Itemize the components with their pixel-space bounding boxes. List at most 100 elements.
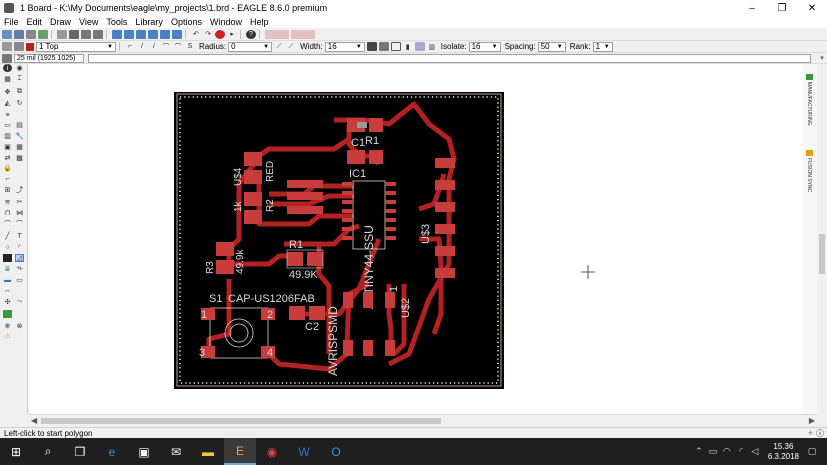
start-icon[interactable]: ⊞ <box>0 438 32 465</box>
vertical-scroll-thumb[interactable] <box>819 234 825 274</box>
signal-icon[interactable]: ⟛ <box>15 265 24 273</box>
print-icon[interactable] <box>26 29 36 39</box>
cutout-icon[interactable]: ▥ <box>427 42 437 51</box>
menu-window[interactable]: Window <box>206 17 246 27</box>
component-r1-top[interactable] <box>347 150 383 164</box>
zoom-select-icon[interactable] <box>160 29 170 39</box>
width-select[interactable]: 16 ▼ <box>324 41 365 52</box>
autoroute-icon[interactable]: ⤳ <box>15 298 24 306</box>
mark-icon[interactable]: ⌶ <box>15 75 24 83</box>
manufacturing-icon[interactable] <box>806 74 813 80</box>
menu-view[interactable]: View <box>75 17 102 27</box>
zoom-fit-icon[interactable] <box>112 29 122 39</box>
polygon-icon[interactable]: ◿ <box>15 254 24 262</box>
board-canvas[interactable]: C1 R1 IC1 ATTINY44-SSU U$4 RED 1k R2 R3 … <box>29 64 817 414</box>
status-info-icon[interactable]: ⓘ <box>816 428 824 439</box>
scroll-left-icon[interactable]: ◀ <box>31 416 37 425</box>
padlock-icon[interactable]: 🔒 <box>3 164 12 172</box>
grid-icon[interactable] <box>2 42 12 51</box>
line-icon[interactable]: ╱ <box>3 232 12 240</box>
attribute-icon[interactable]: ▭ <box>15 276 24 284</box>
pcb-board[interactable]: C1 R1 IC1 ATTINY44-SSU U$4 RED 1k R2 R3 … <box>29 64 803 414</box>
menu-edit[interactable]: Edit <box>23 17 47 27</box>
zoom-last-icon[interactable] <box>172 29 182 39</box>
network-icon[interactable]: ◠ <box>720 446 734 457</box>
mirror-icon[interactable]: ◭ <box>3 99 12 107</box>
ulp-icon[interactable] <box>93 29 103 39</box>
scroll-right-icon[interactable]: ▶ <box>809 416 815 425</box>
task-view-icon[interactable]: ❐ <box>64 438 96 465</box>
volume-icon[interactable]: ◁ <box>748 446 762 457</box>
swap-icon[interactable]: ⇄ <box>3 154 12 162</box>
copy-icon[interactable]: ⧉ <box>15 88 24 96</box>
outlook-icon[interactable]: O <box>320 438 352 465</box>
horizontal-scroll-thumb[interactable] <box>41 418 441 424</box>
slice-icon[interactable]: ✂ <box>15 198 24 206</box>
minimize-button[interactable]: – <box>737 0 767 16</box>
diff-pair-icon[interactable]: ⋈ <box>15 209 24 217</box>
menu-file[interactable]: File <box>0 17 23 27</box>
menu-options[interactable]: Options <box>167 17 206 27</box>
fusion-sync-icon[interactable] <box>806 150 813 156</box>
via-icon[interactable]: ≣ <box>3 265 12 273</box>
menu-library[interactable]: Library <box>131 17 167 27</box>
open-icon[interactable] <box>2 29 12 39</box>
delete-icon[interactable]: ▥ <box>3 132 12 140</box>
mail-icon[interactable]: ✉ <box>160 438 192 465</box>
edge-icon[interactable]: e <box>96 438 128 465</box>
replace-icon[interactable]: ▣ <box>3 143 12 151</box>
menu-help[interactable]: Help <box>246 17 273 27</box>
wifi-icon[interactable]: ◜ <box>734 446 748 457</box>
store-icon[interactable]: ▣ <box>128 438 160 465</box>
zoom-out-icon[interactable] <box>136 29 146 39</box>
command-history-dropdown-icon[interactable]: ▾ <box>817 54 827 63</box>
smash-icon[interactable]: ▩ <box>15 154 24 162</box>
isolate-select[interactable]: 16 ▼ <box>468 41 501 52</box>
align-icon[interactable]: ≡ <box>3 111 12 119</box>
rotate-icon[interactable]: ↻ <box>15 99 24 107</box>
schematic-icon[interactable] <box>69 29 79 39</box>
hole-icon[interactable]: ▬ <box>3 276 12 284</box>
wire-bend-4-icon[interactable]: ⌒ <box>161 42 171 51</box>
miter-straight-icon[interactable]: ⟋ <box>286 42 296 51</box>
zoom-in-icon[interactable] <box>124 29 134 39</box>
help-icon[interactable]: ? <box>246 29 256 39</box>
wire-bend-2-icon[interactable]: / <box>137 42 147 51</box>
tab-fusion-sync[interactable]: FUSION SYNC <box>806 158 812 192</box>
rank-select[interactable]: 1 ▼ <box>592 41 613 52</box>
optimize-icon[interactable]: ⊞ <box>3 186 12 194</box>
errors-icon[interactable]: ⊗ <box>15 322 24 330</box>
wire-bend-3-icon[interactable]: / <box>149 42 159 51</box>
command-line-input[interactable] <box>88 53 811 63</box>
wire-bend-5-icon[interactable]: ⌒ <box>173 42 183 51</box>
fusion-icon[interactable] <box>291 29 315 39</box>
miter-round-icon[interactable]: ⟋ <box>274 42 284 51</box>
paste-icon[interactable]: ▤ <box>15 121 24 129</box>
tray-chevron-icon[interactable]: ⌃ <box>692 446 706 457</box>
meander-icon[interactable]: ⊓ <box>3 209 12 217</box>
battery-icon[interactable]: ▭ <box>706 446 720 457</box>
spacing-select[interactable]: 50 ▼ <box>537 41 566 52</box>
horizontal-scrollbar[interactable]: ◀ ▶ <box>29 414 817 426</box>
show-icon[interactable]: ◉ <box>15 64 24 72</box>
clock[interactable]: 15.36 6.3.2018 <box>768 442 799 462</box>
redo-icon[interactable]: ↷ <box>203 30 213 39</box>
drc-icon[interactable] <box>3 310 12 318</box>
vertical-scrollbar[interactable] <box>817 64 827 414</box>
go-icon[interactable]: ▸ <box>227 30 237 39</box>
file-explorer-icon[interactable]: ▬ <box>192 438 224 465</box>
display-icon[interactable]: ▦ <box>3 75 12 83</box>
change-icon[interactable]: 🔧 <box>15 132 24 140</box>
tab-manufacturing[interactable]: MANUFACTURING <box>806 82 812 126</box>
erc-icon[interactable]: ⊕ <box>3 322 12 330</box>
stop-icon[interactable] <box>215 29 225 39</box>
circle-icon[interactable]: ○ <box>3 243 12 251</box>
menu-tools[interactable]: Tools <box>102 17 131 27</box>
eagle-taskbar-icon[interactable]: E <box>224 438 256 465</box>
ratsnest-icon[interactable]: ✣ <box>3 298 12 306</box>
lock-icon[interactable]: ▦ <box>15 143 24 151</box>
ripup-icon[interactable]: ≋ <box>3 198 12 206</box>
thermals-icon[interactable]: ▮ <box>403 42 413 51</box>
board-icon[interactable] <box>57 29 67 39</box>
route-icon[interactable]: ⤴ <box>15 186 24 194</box>
